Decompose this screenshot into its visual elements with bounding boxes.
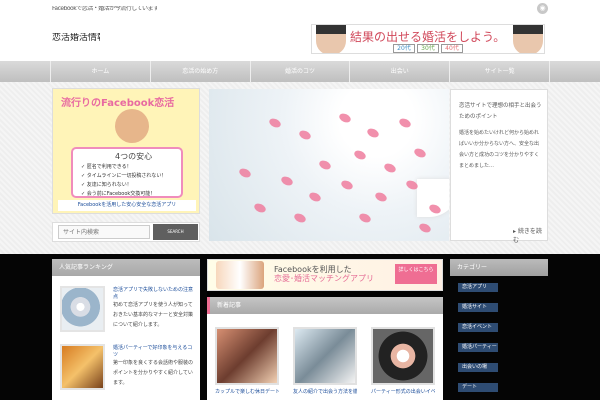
site-tagline: Facebookで恋活・婚活が今流行しています [52,6,159,12]
left-section-heading: 人気記事ランキング [52,259,200,276]
category-link[interactable]: 出会いの場 [458,363,498,372]
read-more-link[interactable]: ▸ 続きを読む [513,226,547,244]
age-badge-40: 40代 [441,44,463,53]
category-link[interactable]: 婚活パーティー [458,343,498,352]
couple-thumbnail[interactable] [215,327,279,385]
safety-title: 4つの安心 [115,152,153,161]
details-button[interactable]: 詳しくはこちら [395,264,437,284]
safety-point-2: ✓ タイムラインに一切投稿されない！ [81,173,167,179]
nav-item-sites[interactable]: サイト一覧 [450,61,550,82]
featured-article-card[interactable]: 恋活サイトで理想の相手と出会うためのポイント 婚活を始めたいけれど何から始めれば… [450,89,548,244]
new-articles-section: 新着記事 カップルで楽しむ休日デートの過ごし方 友人の紹介で出会う方法を徹底解説… [207,297,443,400]
featured-slider-image[interactable] [209,89,449,241]
couple-photo-icon [216,261,264,289]
nav-item-start[interactable]: 恋活の始め方 [151,61,251,82]
new-article-title[interactable]: パーティー形式の出会いイベント [371,388,435,395]
list-item[interactable]: 婚活パーティーで好印象を与えるコツ 第一印象を良くする会話術や服装のポイントを分… [60,344,194,399]
article-title[interactable]: 婚活パーティーで好印象を与えるコツ [113,345,193,359]
category-link[interactable]: 恋活アプリ [458,283,498,292]
main-content: Facebookを利用した 恋愛･婚活マッチングアプリ 詳しくはこちら 新着記事 … [207,259,443,400]
banner-headline: 結果の出せる婚活をしよう。 [350,30,506,44]
friends-thumbnail[interactable] [293,327,357,385]
right-sidebar: カテゴリー 恋活アプリ 婚活サイト 恋活イベント 婚活パーティー 出会いの場 デ… [450,259,548,400]
new-article-title[interactable]: カップルで楽しむ休日デートの過ごし方 [215,388,279,395]
list-item[interactable]: 恋活アプリで失敗しないための注意点 初めて恋活アプリを使う人が知っておきたい基本… [60,286,194,341]
article-title[interactable]: 恋活アプリで失敗しないための注意点 [113,287,193,301]
rss-icon[interactable]: ◉ [537,3,548,14]
facebook-love-ad[interactable]: 流行りのFacebook恋活 4つの安心 ✓ 匿名で利用できる！ ✓ タイムライ… [52,88,200,214]
safety-point-1: ✓ 匿名で利用できる！ [81,164,132,170]
woman-photo-icon [513,25,543,53]
search-box: SEARCH [52,222,200,242]
nav-item-home[interactable]: ホーム [50,61,151,82]
site-logo[interactable]: 恋活婚活情報局 [52,33,100,44]
man-photo-icon [316,25,346,53]
featured-excerpt: 婚活を始めたいけれど何から始めればいいか分からない方へ、安全な出会い方と成功のコ… [459,130,540,169]
fb-ad-bottom-text: Facebookを活用した安心安全な恋活アプリ [58,200,196,211]
safety-point-4: ✓ 会う前にFacebook交換可能！ [81,191,156,197]
category-link[interactable]: デート [458,383,498,392]
woman-illustration-icon [115,109,149,143]
age-badge-20: 20代 [393,44,415,53]
new-article-card[interactable]: パーティー形式の出会いイベント [371,327,435,397]
matching-ad-text: Facebookを利用した 恋愛･婚活マッチングアプリ [274,265,374,283]
nav-item-tips[interactable]: 婚活のコツ [251,61,351,82]
left-sidebar: 人気記事ランキング 恋活アプリで失敗しないための注意点 初めて恋活アプリを使う人… [52,259,200,400]
header-ad-banner[interactable]: 結果の出せる婚活をしよう。 20代 30代 40代 [311,24,545,54]
search-button[interactable]: SEARCH [153,224,198,240]
new-article-card[interactable]: 友人の紹介で出会う方法を徹底解説 [293,327,357,397]
article-excerpt: 第一印象を良くする会話術や服装のポイントを分かりやすく紹介しています。 [113,360,194,386]
category-heading: カテゴリー [450,259,548,276]
article-thumbnail[interactable] [60,286,105,332]
featured-title[interactable]: 恋活サイトで理想の相手と出会うためのポイント [459,101,544,123]
article-thumbnail[interactable] [60,344,105,390]
new-article-title[interactable]: 友人の紹介で出会う方法を徹底解説 [293,388,357,395]
fb-ad-title: 流行りのFacebook恋活 [61,98,175,109]
category-link[interactable]: 恋活イベント [458,323,498,332]
site-header: Facebookで恋活・婚活が今流行しています ◉ 恋活婚活情報局 結果の出せる… [0,0,600,60]
age-badge-30: 30代 [417,44,439,53]
safety-point-3: ✓ 友達に知られない！ [81,182,132,188]
search-input[interactable] [58,225,150,239]
safety-box: 4つの安心 ✓ 匿名で利用できる！ ✓ タイムラインに一切投稿されない！ ✓ 友… [71,147,183,198]
party-thumbnail[interactable] [371,327,435,385]
article-excerpt: 初めて恋活アプリを使う人が知っておきたい基本的なマナーと安全対策について紹介しま… [113,302,194,328]
nav-item-meeting[interactable]: 出会い [350,61,451,82]
new-articles-heading: 新着記事 [207,297,443,314]
new-article-card[interactable]: カップルで楽しむ休日デートの過ごし方 [215,327,279,397]
main-navigation: ホーム 恋活の始め方 婚活のコツ 出会い サイト一覧 [0,61,600,82]
matching-app-ad[interactable]: Facebookを利用した 恋愛･婚活マッチングアプリ 詳しくはこちら [207,259,443,291]
category-link[interactable]: 婚活サイト [458,303,498,312]
